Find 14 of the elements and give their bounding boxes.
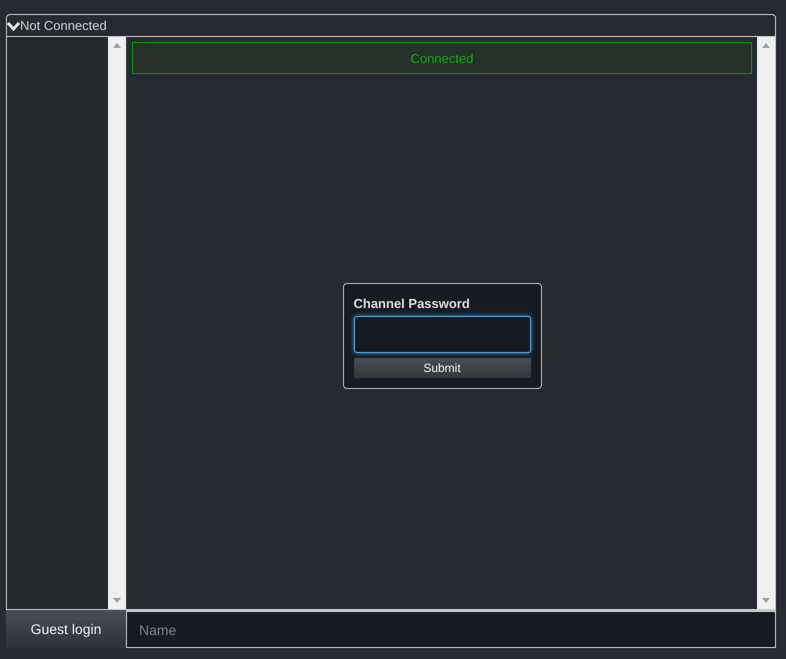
scrollbar[interactable] xyxy=(108,37,126,609)
scroll-down-icon[interactable] xyxy=(113,598,121,603)
status-banner: Connected xyxy=(132,42,752,74)
password-field[interactable] xyxy=(354,316,530,353)
submit-button[interactable]: Submit xyxy=(354,358,530,378)
scrollbar[interactable] xyxy=(757,37,775,609)
scroll-up-icon[interactable] xyxy=(762,43,770,48)
scroll-down-icon[interactable] xyxy=(762,598,770,603)
dialog-title: Channel Password xyxy=(354,296,471,311)
chevron-down-icon[interactable] xyxy=(7,20,20,30)
name-field[interactable]: Name xyxy=(126,610,776,648)
connection-title: Not Connected xyxy=(20,18,107,33)
guest-login-button[interactable]: Guest login xyxy=(6,610,126,648)
scroll-up-icon[interactable] xyxy=(113,43,121,48)
